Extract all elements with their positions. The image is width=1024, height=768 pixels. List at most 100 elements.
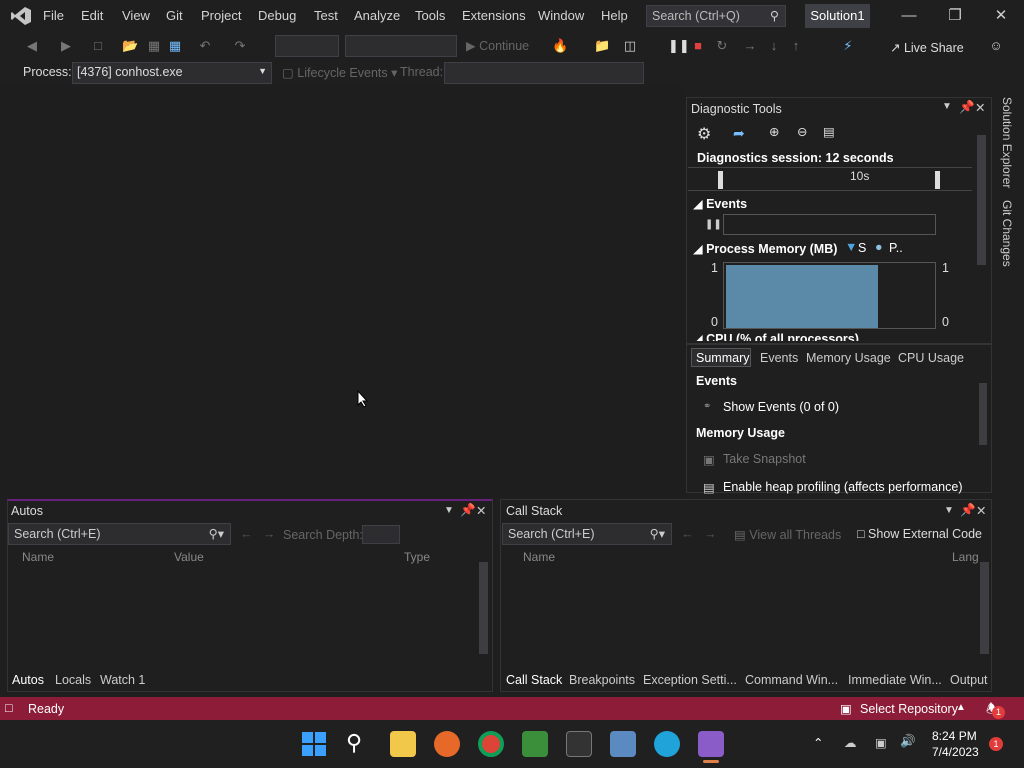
folder-icon[interactable]: 📁 — [594, 38, 610, 54]
timeline-end-handle[interactable] — [935, 171, 940, 189]
callstack-pin-icon[interactable]: 📌 — [960, 503, 976, 518]
open-folder-icon[interactable]: 📂 — [122, 38, 138, 54]
git-changes-tab[interactable]: Git Changes — [1000, 200, 1014, 267]
callstack-close-icon[interactable]: ✕ — [976, 503, 986, 518]
undo-icon[interactable]: ↶ — [197, 38, 213, 54]
lifecycle-events-button[interactable]: ▢ Lifecycle Events ▾ — [282, 65, 397, 80]
autos-search-input[interactable]: Search (Ctrl+E) ⚲▾ — [8, 523, 231, 545]
callstack-search-input[interactable]: Search (Ctrl+E) ⚲▾ — [502, 523, 672, 545]
memory-section-header[interactable]: ◢ Process Memory (MB) — [693, 241, 837, 256]
step-into-icon[interactable]: ↓ — [766, 38, 782, 54]
vs-logo-icon[interactable] — [10, 6, 32, 26]
reset-view-icon[interactable]: ▤ — [823, 124, 835, 139]
back-arrow-icon[interactable]: ← — [681, 527, 694, 541]
autos-pin-icon[interactable]: 📌 — [460, 503, 476, 518]
solution-explorer-tab[interactable]: Solution Explorer — [1000, 97, 1014, 188]
menu-tools[interactable]: Tools — [415, 8, 445, 23]
tab-memory-usage[interactable]: Memory Usage — [806, 351, 891, 365]
tab-immediate-window[interactable]: Immediate Win... — [848, 673, 942, 687]
tab-summary[interactable]: Summary — [691, 348, 751, 367]
stop-icon[interactable]: ■ — [690, 38, 706, 54]
menu-window[interactable]: Window — [538, 8, 584, 23]
diagnostics-icon[interactable]: ⚡ — [840, 38, 856, 54]
save-all-icon[interactable]: ▦ — [167, 38, 183, 54]
panel-menu-icon[interactable]: ▼ — [942, 101, 952, 112]
timeline-start-handle[interactable] — [718, 171, 723, 189]
show-external-code-button[interactable]: □ Show External Code — [857, 527, 982, 541]
enable-heap-link[interactable]: Enable heap profiling (affects performan… — [723, 480, 963, 494]
menu-test[interactable]: Test — [314, 8, 338, 23]
file-explorer-icon[interactable] — [390, 731, 416, 757]
autos-scrollbar[interactable] — [479, 562, 488, 654]
display-icon[interactable]: ▣ — [875, 735, 887, 750]
tab-command-window[interactable]: Command Win... — [745, 673, 838, 687]
select-tools-icon[interactable]: ➦ — [733, 125, 745, 142]
callstack-scrollbar[interactable] — [980, 562, 989, 654]
restart-icon[interactable]: ↻ — [714, 38, 730, 54]
show-events-link[interactable]: Show Events (0 of 0) — [723, 400, 839, 414]
col-name[interactable]: Name — [523, 550, 555, 564]
clock-date[interactable]: 7/4/2023 — [932, 745, 979, 759]
back-arrow-icon[interactable]: ← — [240, 527, 253, 541]
maximize-button[interactable]: ❐ — [932, 0, 978, 32]
notification-center-badge[interactable]: 1 — [989, 737, 1003, 751]
summary-scrollbar[interactable] — [979, 383, 987, 445]
hot-reload-icon[interactable]: 🔥 — [552, 38, 568, 54]
tab-breakpoints[interactable]: Breakpoints — [569, 673, 635, 687]
zoom-in-icon[interactable]: ⊕ — [769, 124, 779, 139]
autos-menu-icon[interactable]: ▼ — [444, 505, 454, 516]
events-pause-icon[interactable]: ❚❚ — [705, 219, 722, 230]
chevron-up-icon[interactable]: ⌃ — [813, 735, 823, 750]
callstack-menu-icon[interactable]: ▼ — [944, 505, 954, 516]
search-depth-combo[interactable] — [362, 525, 400, 544]
search-icon[interactable]: ⚲ — [346, 730, 362, 756]
firefox-icon[interactable] — [434, 731, 460, 757]
view-all-threads-button[interactable]: ▤ View all Threads — [734, 527, 841, 542]
terminal-icon[interactable] — [566, 731, 592, 757]
menu-help[interactable]: Help — [601, 8, 628, 23]
live-share-button[interactable]: ↗ Live Share — [890, 40, 964, 55]
col-value[interactable]: Value — [174, 550, 204, 564]
chrome-icon[interactable] — [478, 731, 504, 757]
forward-nav-icon[interactable]: ▶ — [58, 38, 74, 54]
tab-locals[interactable]: Locals — [55, 673, 91, 687]
volume-icon[interactable]: 🔊 — [900, 734, 916, 749]
cpu-section-header[interactable]: ◢ CPU (% of all processors) — [693, 333, 859, 341]
zoom-out-icon[interactable]: ⊖ — [797, 124, 807, 139]
tab-output[interactable]: Output — [950, 673, 988, 687]
col-name[interactable]: Name — [22, 550, 54, 564]
clock-time[interactable]: 8:24 PM — [932, 729, 977, 743]
tab-autos[interactable]: Autos — [12, 673, 44, 687]
menu-analyze[interactable]: Analyze — [354, 8, 400, 23]
redo-icon[interactable]: ↷ — [232, 38, 248, 54]
save-icon[interactable]: ▦ — [146, 38, 162, 54]
solution-name-button[interactable]: Solution1 — [805, 4, 870, 28]
menu-view[interactable]: View — [122, 8, 150, 23]
tab-exception-settings[interactable]: Exception Setti... — [643, 673, 737, 687]
tab-watch1[interactable]: Watch 1 — [100, 673, 145, 687]
tab-call-stack[interactable]: Call Stack — [506, 673, 562, 687]
layout-icon[interactable]: ◫ — [622, 38, 638, 54]
thread-combo[interactable] — [444, 62, 644, 84]
timeline-ruler[interactable]: 10s — [688, 167, 972, 191]
tab-cpu-usage[interactable]: CPU Usage — [898, 351, 964, 365]
edge-icon[interactable] — [654, 731, 680, 757]
feedback-icon[interactable]: ☺ — [988, 38, 1004, 54]
solution-config-combo[interactable] — [275, 35, 339, 57]
menu-git[interactable]: Git — [166, 8, 183, 23]
close-panel-icon[interactable]: ✕ — [975, 100, 985, 115]
process-combo[interactable]: [4376] conhost.exe ▼ — [72, 62, 272, 84]
global-search-input[interactable]: Search (Ctrl+Q) ⚲ — [646, 5, 786, 27]
select-repository-button[interactable]: Select Repository — [860, 702, 958, 716]
app-bug-icon[interactable] — [522, 731, 548, 757]
new-project-icon[interactable]: □ — [90, 38, 106, 54]
diagnostics-top-scrollbar[interactable] — [977, 135, 986, 265]
events-section-header[interactable]: ◢ Events — [693, 196, 747, 211]
resource-monitor-icon[interactable] — [610, 731, 636, 757]
minimize-button[interactable]: — — [886, 0, 932, 32]
menu-edit[interactable]: Edit — [81, 8, 103, 23]
menu-debug[interactable]: Debug — [258, 8, 296, 23]
solution-platform-combo[interactable] — [345, 35, 457, 57]
step-over-icon[interactable]: → — [742, 38, 758, 54]
col-type[interactable]: Type — [404, 550, 430, 564]
